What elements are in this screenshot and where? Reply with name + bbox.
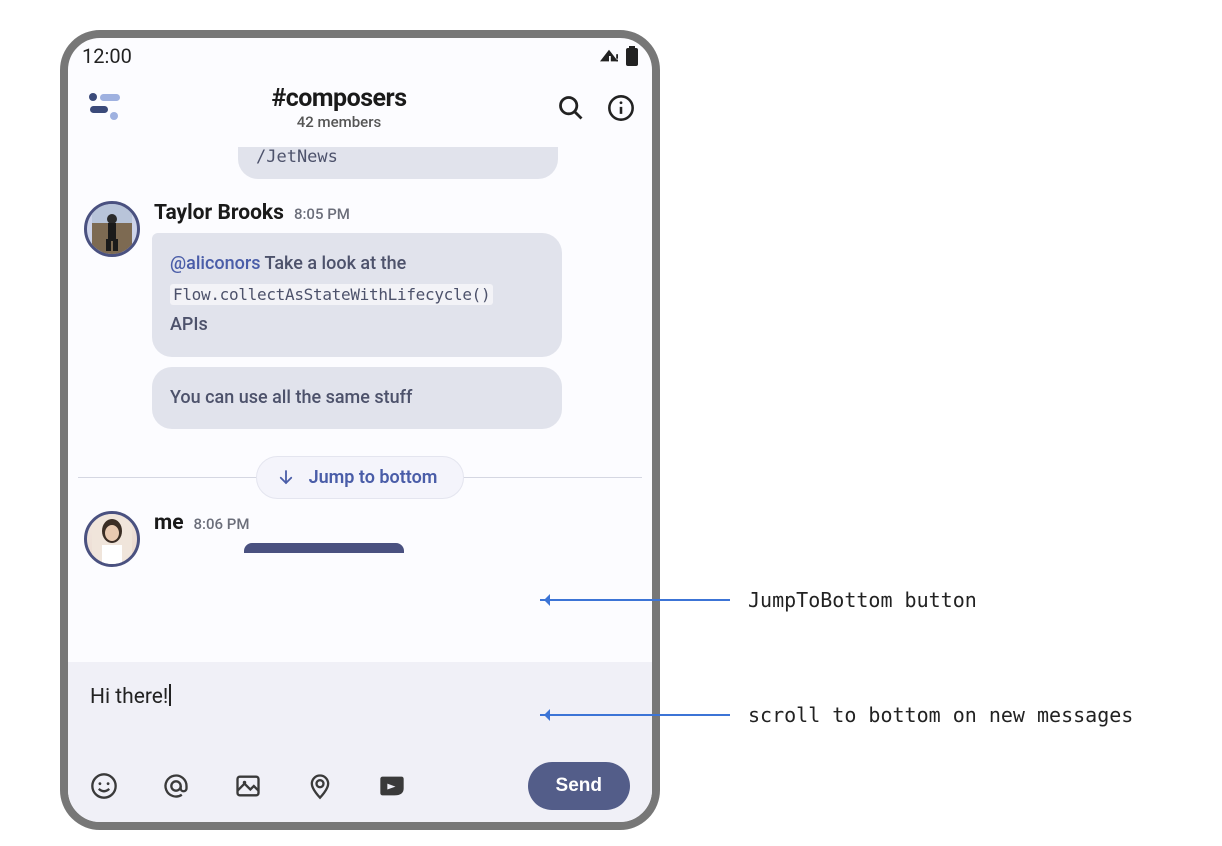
message-row: me 8:06 PM xyxy=(68,511,652,567)
battery-icon xyxy=(626,46,638,66)
avatar-image-icon xyxy=(92,203,132,255)
message-author: Taylor Brooks xyxy=(154,201,284,225)
message-time: 8:05 PM xyxy=(294,205,350,223)
annotation-label: JumpToBottom button xyxy=(748,588,977,612)
emoji-icon xyxy=(90,772,118,800)
channel-title: #composers xyxy=(142,84,536,113)
text-cursor-icon xyxy=(169,684,171,706)
message-bubble-peek xyxy=(244,543,404,553)
send-button[interactable]: Send xyxy=(528,762,630,810)
message-text: You can use all the same stuff xyxy=(170,387,412,408)
emoji-button[interactable] xyxy=(90,772,118,800)
wifi-alert-icon xyxy=(598,47,620,65)
mention-button[interactable] xyxy=(162,772,190,800)
annotation-label: scroll to bottom on new messages xyxy=(748,703,1133,727)
app-logo-icon[interactable] xyxy=(84,90,130,126)
message-row: Taylor Brooks 8:05 PM @aliconors Take a … xyxy=(68,201,652,439)
send-label: Send xyxy=(556,775,602,796)
image-button[interactable] xyxy=(234,772,262,800)
app-header: #composers 42 members xyxy=(68,70,652,147)
jump-to-bottom-button[interactable]: Jump to bottom xyxy=(256,456,465,499)
annotation-arrow-icon xyxy=(540,599,730,601)
annotation-arrow-icon xyxy=(540,714,730,716)
at-icon xyxy=(162,772,190,800)
avatar-image-icon xyxy=(92,513,132,565)
search-icon xyxy=(557,94,585,122)
image-icon xyxy=(234,772,262,800)
phone-frame: 12:00 #composers 42 members xyxy=(60,30,660,830)
video-call-button[interactable] xyxy=(378,772,406,800)
video-icon xyxy=(378,772,406,800)
message-author: me xyxy=(154,511,184,535)
status-bar: 12:00 xyxy=(68,38,652,70)
status-time: 12:00 xyxy=(82,44,132,68)
avatar[interactable] xyxy=(84,511,140,567)
location-button[interactable] xyxy=(306,772,334,800)
input-text: Hi there! xyxy=(90,685,168,709)
message-text: Take a look at the xyxy=(261,253,407,274)
message-bubble: You can use all the same stuff xyxy=(152,367,562,430)
info-icon xyxy=(607,94,635,122)
info-button[interactable] xyxy=(606,93,636,123)
location-pin-icon xyxy=(306,772,334,800)
message-bubble: /JetNews xyxy=(238,147,558,179)
message-text: /JetNews xyxy=(256,147,338,167)
channel-members: 42 members xyxy=(142,113,536,131)
chat-scroll-area[interactable]: /JetNews Taylor Brooks 8:05 PM xyxy=(68,147,652,687)
avatar[interactable] xyxy=(84,201,140,257)
mention[interactable]: @aliconors xyxy=(170,253,261,274)
message-text: APIs xyxy=(170,314,208,335)
message-composer: Hi there! Send xyxy=(68,662,652,822)
message-time: 8:06 PM xyxy=(194,515,250,533)
message-bubble: @aliconors Take a look at the Flow.colle… xyxy=(152,233,562,357)
jump-to-bottom-label: Jump to bottom xyxy=(309,467,438,488)
arrow-down-icon xyxy=(277,468,295,486)
search-button[interactable] xyxy=(556,93,586,123)
inline-code: Flow.collectAsStateWithLifecycle() xyxy=(170,284,493,305)
divider-row: Jump to bottom xyxy=(68,453,652,501)
